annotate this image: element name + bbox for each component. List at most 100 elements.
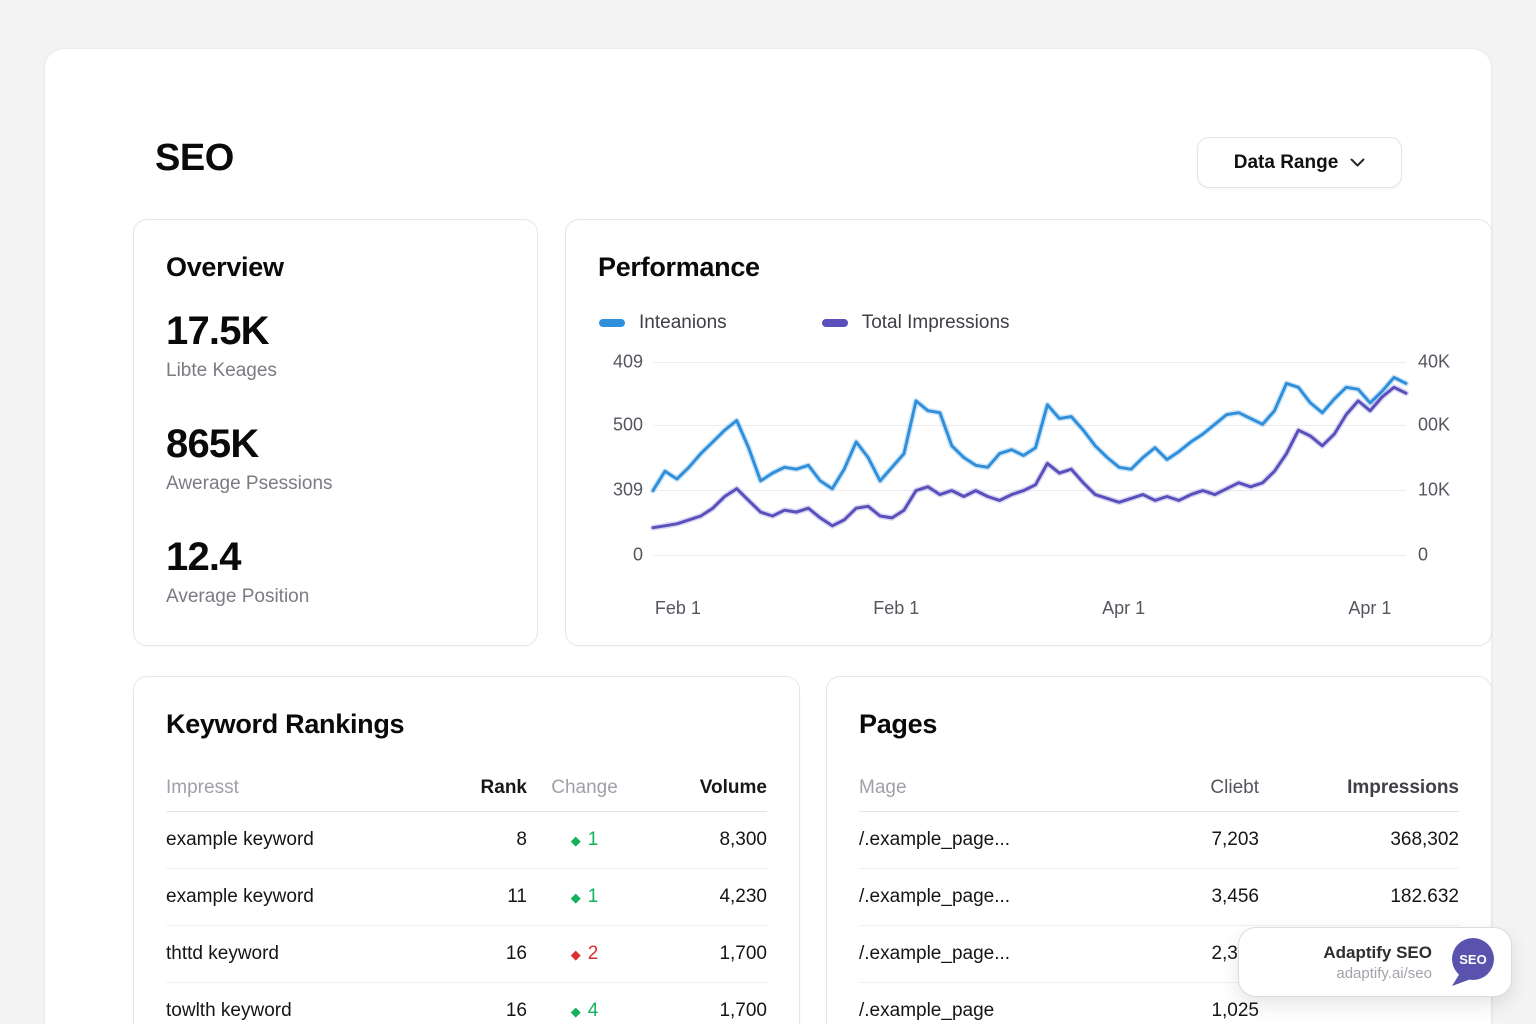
change-diamond-icon: ◆ xyxy=(571,948,581,961)
pages-table-header: Mage Cliebt Impressions xyxy=(859,764,1459,812)
page-cell: /.example_page... xyxy=(859,829,1109,851)
chevron-down-icon xyxy=(1350,158,1365,167)
y-tick: 500 xyxy=(613,415,643,436)
legend-item-interactions[interactable]: Inteanions xyxy=(599,312,727,334)
x-tick: Feb 1 xyxy=(655,598,701,619)
clicks-cell: 2,347 xyxy=(1109,943,1259,965)
pages-title: Pages xyxy=(859,709,1459,740)
rank-cell: 16 xyxy=(437,1000,527,1022)
keyword-row: towlth keyword 16 ◆ 4 1,700 xyxy=(166,983,767,1024)
performance-chart: 409 500 309 0 40K 00K 10K 0 xyxy=(598,360,1461,555)
legend-label: Inteanions xyxy=(639,312,727,334)
performance-card: Performance Inteanions Total Impressions… xyxy=(565,219,1492,646)
metric-sessions: 865K Awerage Psessions xyxy=(166,422,505,495)
change-cell: ◆ 4 xyxy=(527,1000,642,1022)
impressions-cell: 368,302 xyxy=(1259,829,1459,851)
page-title: SEO xyxy=(155,137,234,180)
change-value: 2 xyxy=(588,943,599,965)
keyword-cell: towlth keyword xyxy=(166,1000,437,1022)
change-cell: ◆ 1 xyxy=(527,886,642,908)
y-tick: 0 xyxy=(633,545,643,566)
badge-name: Adaptify SEO xyxy=(1323,943,1432,963)
keyword-table-header: Impresst Rank Change Volume xyxy=(166,764,767,812)
clicks-cell: 1,025 xyxy=(1109,1000,1259,1022)
page-row: /.example_page... 7,203 368,302 xyxy=(859,812,1459,869)
clicks-cell: 3,456 xyxy=(1109,886,1259,908)
rank-cell: 16 xyxy=(437,943,527,965)
badge-icon-label: SEO xyxy=(1459,952,1486,967)
chart-legend: Inteanions Total Impressions xyxy=(599,312,1010,334)
performance-title: Performance xyxy=(598,252,1459,283)
rank-cell: 11 xyxy=(437,886,527,908)
impressions-cell: 182.632 xyxy=(1259,886,1459,908)
data-range-label: Data Range xyxy=(1234,152,1339,174)
y-tick: 309 xyxy=(613,480,643,501)
metric-label: Average Position xyxy=(166,586,505,608)
x-axis: Feb 1 Feb 1 Apr 1 Apr 1 xyxy=(653,598,1406,622)
overview-title: Overview xyxy=(166,252,505,283)
metric-pages: 17.5K Libte Keages xyxy=(166,309,505,382)
page-row: /.example_page... 3,456 182.632 xyxy=(859,869,1459,926)
data-range-button[interactable]: Data Range xyxy=(1197,137,1402,188)
legend-swatch-purple xyxy=(822,319,848,327)
change-diamond-icon: ◆ xyxy=(571,834,581,847)
volume-cell: 1,700 xyxy=(642,943,767,965)
volume-cell: 8,300 xyxy=(642,829,767,851)
metric-position: 12.4 Average Position xyxy=(166,535,505,608)
badge-text: Adaptify SEO adaptify.ai/seo xyxy=(1323,943,1432,982)
col-change: Change xyxy=(527,777,642,799)
keyword-rankings-title: Keyword Rankings xyxy=(166,709,767,740)
badge-url: adaptify.ai/seo xyxy=(1323,965,1432,982)
change-cell: ◆ 2 xyxy=(527,943,642,965)
chart-plot-area xyxy=(653,360,1406,555)
keyword-cell: example keyword xyxy=(166,829,437,851)
keyword-row: example keyword 8 ◆ 1 8,300 xyxy=(166,812,767,869)
seo-speech-bubble-icon: SEO xyxy=(1445,935,1499,989)
x-tick: Feb 1 xyxy=(873,598,919,619)
x-tick: Apr 1 xyxy=(1102,598,1145,619)
dashboard-container: SEO Data Range Overview 17.5K Libte Keag… xyxy=(44,48,1492,1024)
keyword-rankings-card: Keyword Rankings Impresst Rank Change Vo… xyxy=(133,676,800,1024)
change-diamond-icon: ◆ xyxy=(571,891,581,904)
page-cell: /.example_page... xyxy=(859,886,1109,908)
clicks-cell: 7,203 xyxy=(1109,829,1259,851)
y-axis-left: 409 500 309 0 xyxy=(598,360,653,555)
change-value: 4 xyxy=(588,1000,599,1022)
legend-item-impressions[interactable]: Total Impressions xyxy=(822,312,1010,334)
x-tick: Apr 1 xyxy=(1348,598,1391,619)
metric-value: 12.4 xyxy=(166,535,505,579)
overview-card: Overview 17.5K Libte Keages 865K Awerage… xyxy=(133,219,538,646)
y-tick: 0 xyxy=(1418,545,1428,566)
metric-label: Awerage Psessions xyxy=(166,473,505,495)
change-diamond-icon: ◆ xyxy=(571,1005,581,1018)
col-rank: Rank xyxy=(437,777,527,799)
keyword-cell: thttd keyword xyxy=(166,943,437,965)
keyword-row: thttd keyword 16 ◆ 2 1,700 xyxy=(166,926,767,983)
legend-label: Total Impressions xyxy=(862,312,1010,334)
legend-swatch-blue xyxy=(599,319,625,327)
y-tick: 409 xyxy=(613,352,643,373)
y-tick: 00K xyxy=(1418,415,1450,436)
keyword-row: example keyword 11 ◆ 1 4,230 xyxy=(166,869,767,926)
metric-value: 17.5K xyxy=(166,309,505,353)
col-volume: Volume xyxy=(642,777,767,799)
col-impresst: Impresst xyxy=(166,777,437,799)
adaptify-seo-badge[interactable]: Adaptify SEO adaptify.ai/seo SEO xyxy=(1238,927,1512,997)
volume-cell: 1,700 xyxy=(642,1000,767,1022)
page-cell: /.example_page... xyxy=(859,943,1109,965)
page-cell: /.example_page xyxy=(859,1000,1109,1022)
line-chart-svg xyxy=(653,360,1406,555)
volume-cell: 4,230 xyxy=(642,886,767,908)
y-tick: 10K xyxy=(1418,480,1450,501)
gridline xyxy=(653,555,1406,556)
change-value: 1 xyxy=(588,886,599,908)
keyword-table: Impresst Rank Change Volume example keyw… xyxy=(166,764,767,1024)
rank-cell: 8 xyxy=(437,829,527,851)
keyword-cell: example keyword xyxy=(166,886,437,908)
metric-label: Libte Keages xyxy=(166,360,505,382)
col-impressions: Impressions xyxy=(1259,777,1459,799)
col-clicks: Cliebt xyxy=(1109,777,1259,799)
change-cell: ◆ 1 xyxy=(527,829,642,851)
col-page: Mage xyxy=(859,777,1109,799)
y-tick: 40K xyxy=(1418,352,1450,373)
